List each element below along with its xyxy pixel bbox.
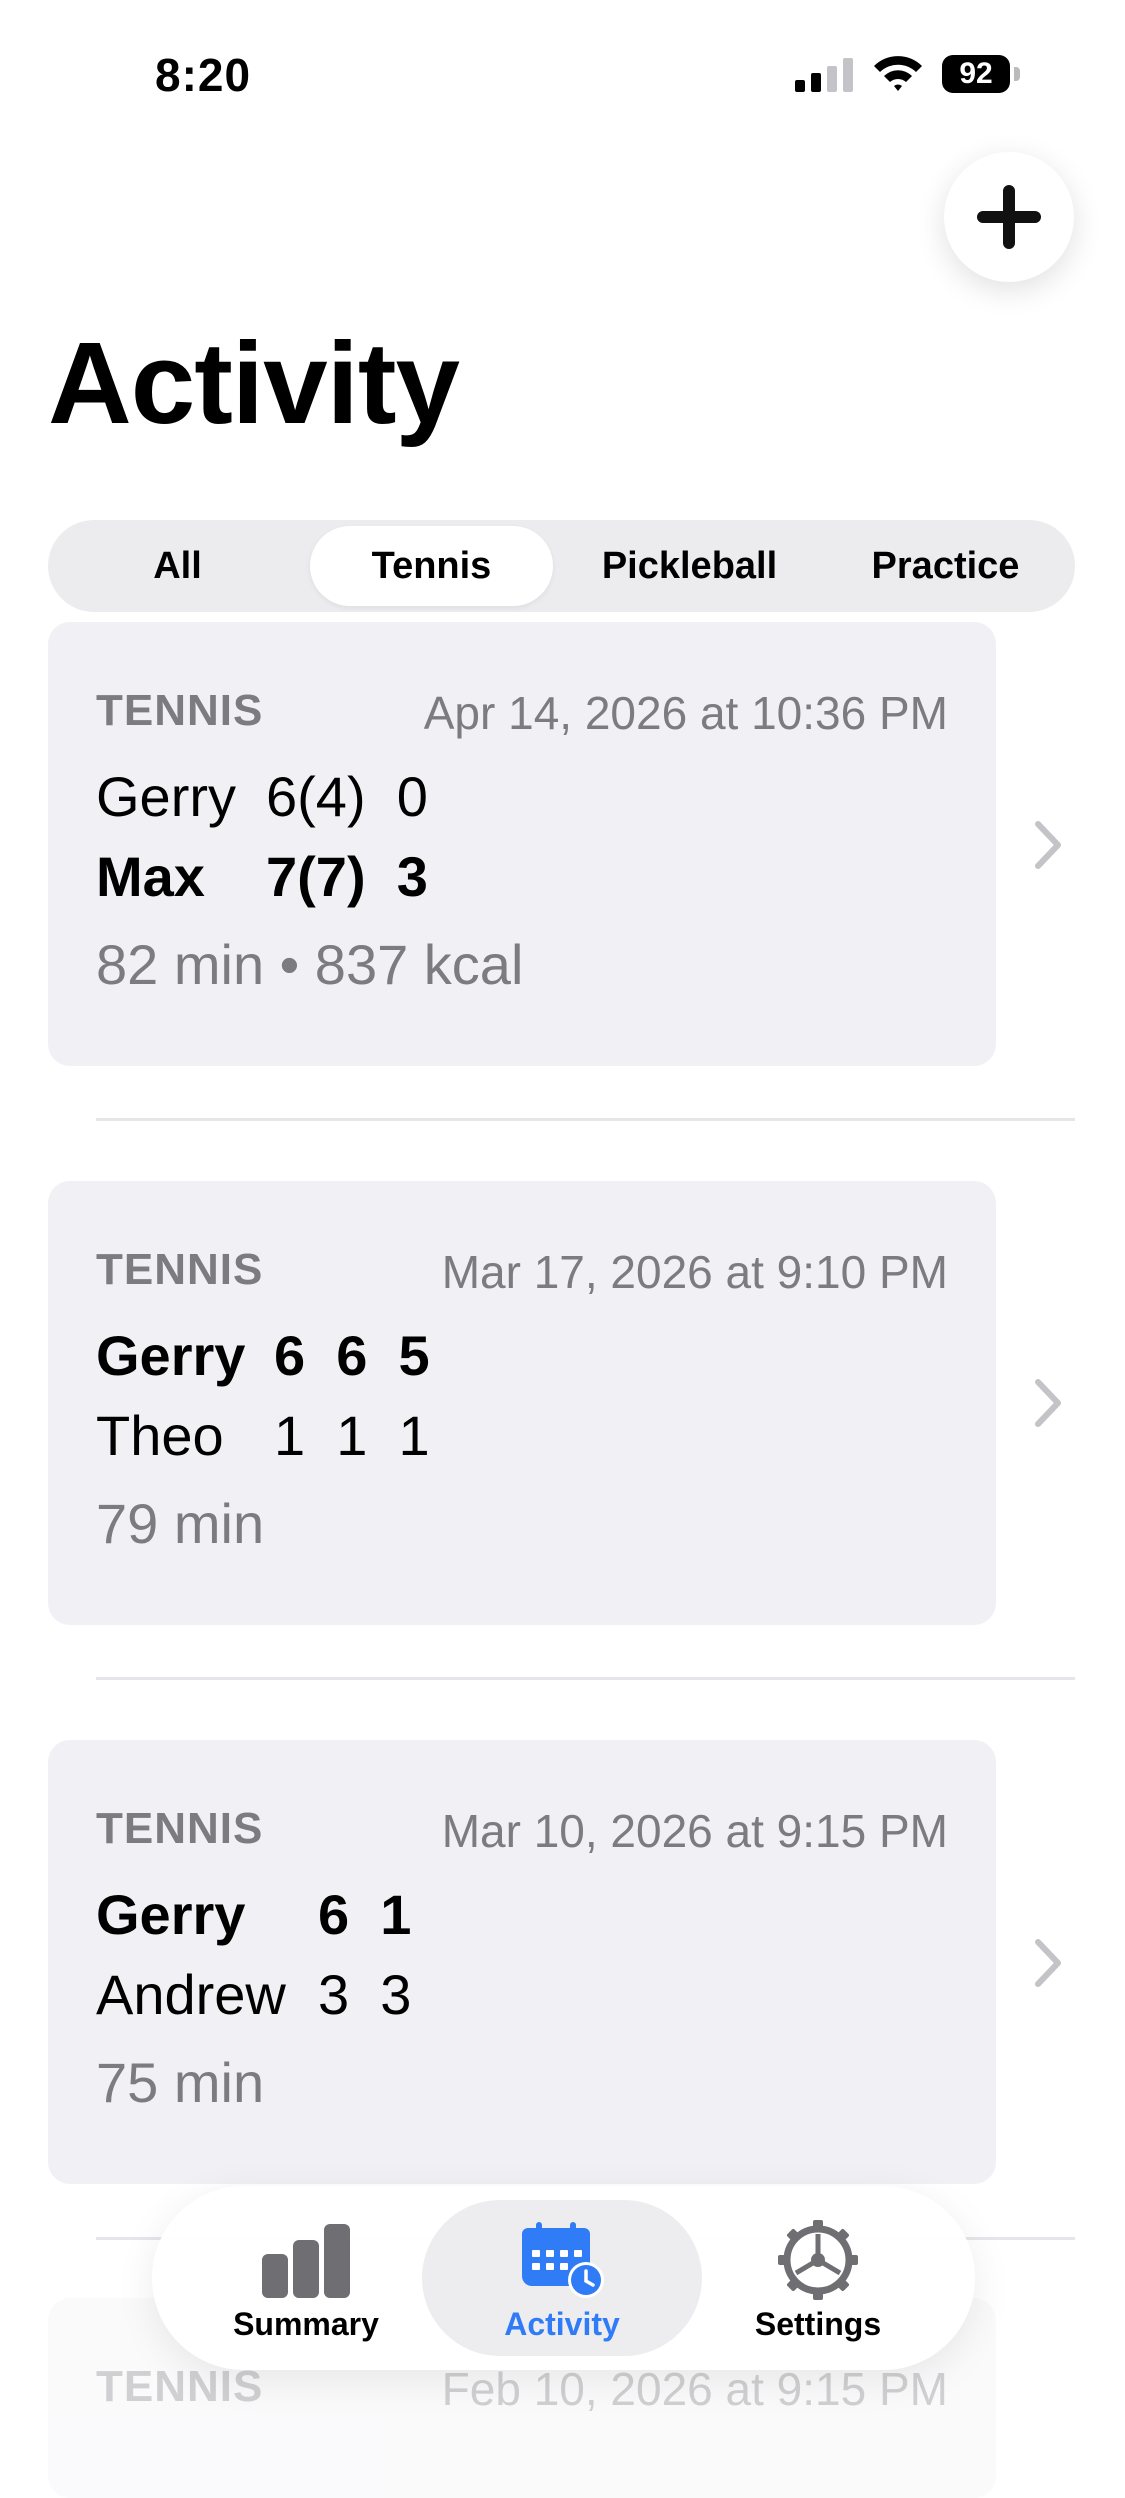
battery-indicator: 92 [942, 55, 1022, 93]
activity-date: Apr 14, 2026 at 10:36 PM [423, 687, 948, 739]
cellular-signal-icon [795, 58, 853, 92]
player-score: 6 1 [318, 1883, 412, 1946]
player-name: Gerry [96, 1324, 246, 1387]
player-score: 3 3 [318, 1963, 412, 2026]
activity-date: Feb 10, 2026 at 9:15 PM [441, 2363, 948, 2415]
activity-date: Mar 17, 2026 at 9:10 PM [441, 1246, 948, 1298]
player-score: 6 6 5 [274, 1324, 430, 1387]
tab-label: Settings [754, 2306, 882, 2342]
chevron-right-icon[interactable] [1034, 1938, 1062, 1988]
player-name: Max [96, 845, 205, 908]
filter-segment-all[interactable]: All [56, 526, 299, 606]
status-bar: 8:20 92 [0, 0, 1125, 150]
wifi-icon [874, 56, 922, 91]
activity-sport: TENNIS [96, 1804, 264, 1853]
player-score: 7(7) 3 [266, 845, 428, 908]
status-time: 8:20 [155, 49, 252, 101]
tab-bar: Summary Activity Settings [152, 2186, 975, 2370]
tab-label: Activity [504, 2306, 620, 2342]
activity-meta: 79 min [96, 1492, 265, 1555]
activity-card[interactable]: TENNIS Apr 14, 2026 at 10:36 PM Gerry 6(… [48, 622, 996, 1066]
player-name: Theo [96, 1404, 224, 1467]
add-activity-button[interactable] [944, 152, 1074, 282]
player-score: 6(4) 0 [266, 765, 428, 828]
activity-sport: TENNIS [96, 1245, 264, 1294]
activity-meta: 75 min [96, 2051, 265, 2114]
player-row-winner: Gerry 6 1 [96, 1880, 411, 1950]
tab-label: Summary [233, 2306, 379, 2342]
sport-filter-control: All Tennis Pickleball Practice [48, 520, 1075, 612]
filter-segment-practice[interactable]: Practice [824, 526, 1067, 606]
player-name: Andrew [96, 1963, 286, 2026]
player-name: Gerry [96, 1883, 246, 1946]
player-row: Andrew 3 3 [96, 1960, 411, 2030]
player-name: Gerry [96, 765, 236, 828]
chevron-right-icon[interactable] [1034, 820, 1062, 870]
filter-segment-pickleball[interactable]: Pickleball [568, 526, 811, 606]
activity-meta: 82 min • 837 kcal [96, 933, 524, 996]
divider [96, 1118, 1075, 1121]
activity-date: Mar 10, 2026 at 9:15 PM [441, 1805, 948, 1857]
player-row: Gerry 6(4) 0 [96, 762, 428, 832]
gear-icon [778, 2220, 858, 2300]
calendar-clock-icon [522, 2222, 604, 2298]
player-row-winner: Gerry 6 6 5 [96, 1321, 430, 1391]
activity-sport: TENNIS [96, 686, 264, 735]
chevron-right-icon[interactable] [1034, 1378, 1062, 1428]
divider [96, 1677, 1075, 1680]
activity-card[interactable]: TENNIS Mar 17, 2026 at 9:10 PM Gerry 6 6… [48, 1181, 996, 1625]
page-title: Activity [48, 318, 460, 448]
player-row-winner: Max 7(7) 3 [96, 842, 428, 912]
player-row: Theo 1 1 1 [96, 1401, 430, 1471]
tab-activity[interactable]: Activity [422, 2200, 702, 2356]
player-score: 1 1 1 [274, 1404, 430, 1467]
battery-level: 92 [959, 57, 993, 90]
filter-segment-tennis[interactable]: Tennis [310, 526, 553, 606]
plus-icon [977, 185, 1041, 249]
tab-summary[interactable]: Summary [166, 2200, 446, 2356]
activity-card[interactable]: TENNIS Mar 10, 2026 at 9:15 PM Gerry 6 1… [48, 1740, 996, 2184]
bar-chart-icon [262, 2224, 350, 2298]
tab-settings[interactable]: Settings [678, 2200, 958, 2356]
